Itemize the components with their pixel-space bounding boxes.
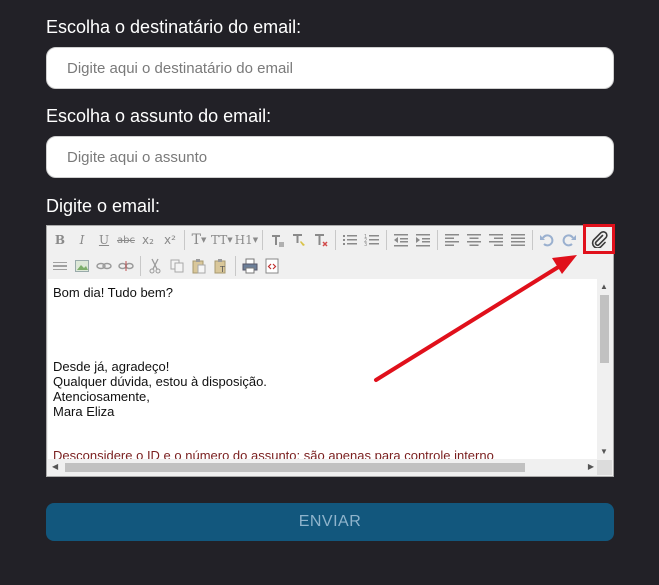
annotation-arrow: [374, 255, 577, 382]
send-button[interactable]: ENVIAR: [46, 503, 614, 541]
arrow-shaft: [374, 264, 562, 382]
arrow-head: [552, 255, 577, 274]
